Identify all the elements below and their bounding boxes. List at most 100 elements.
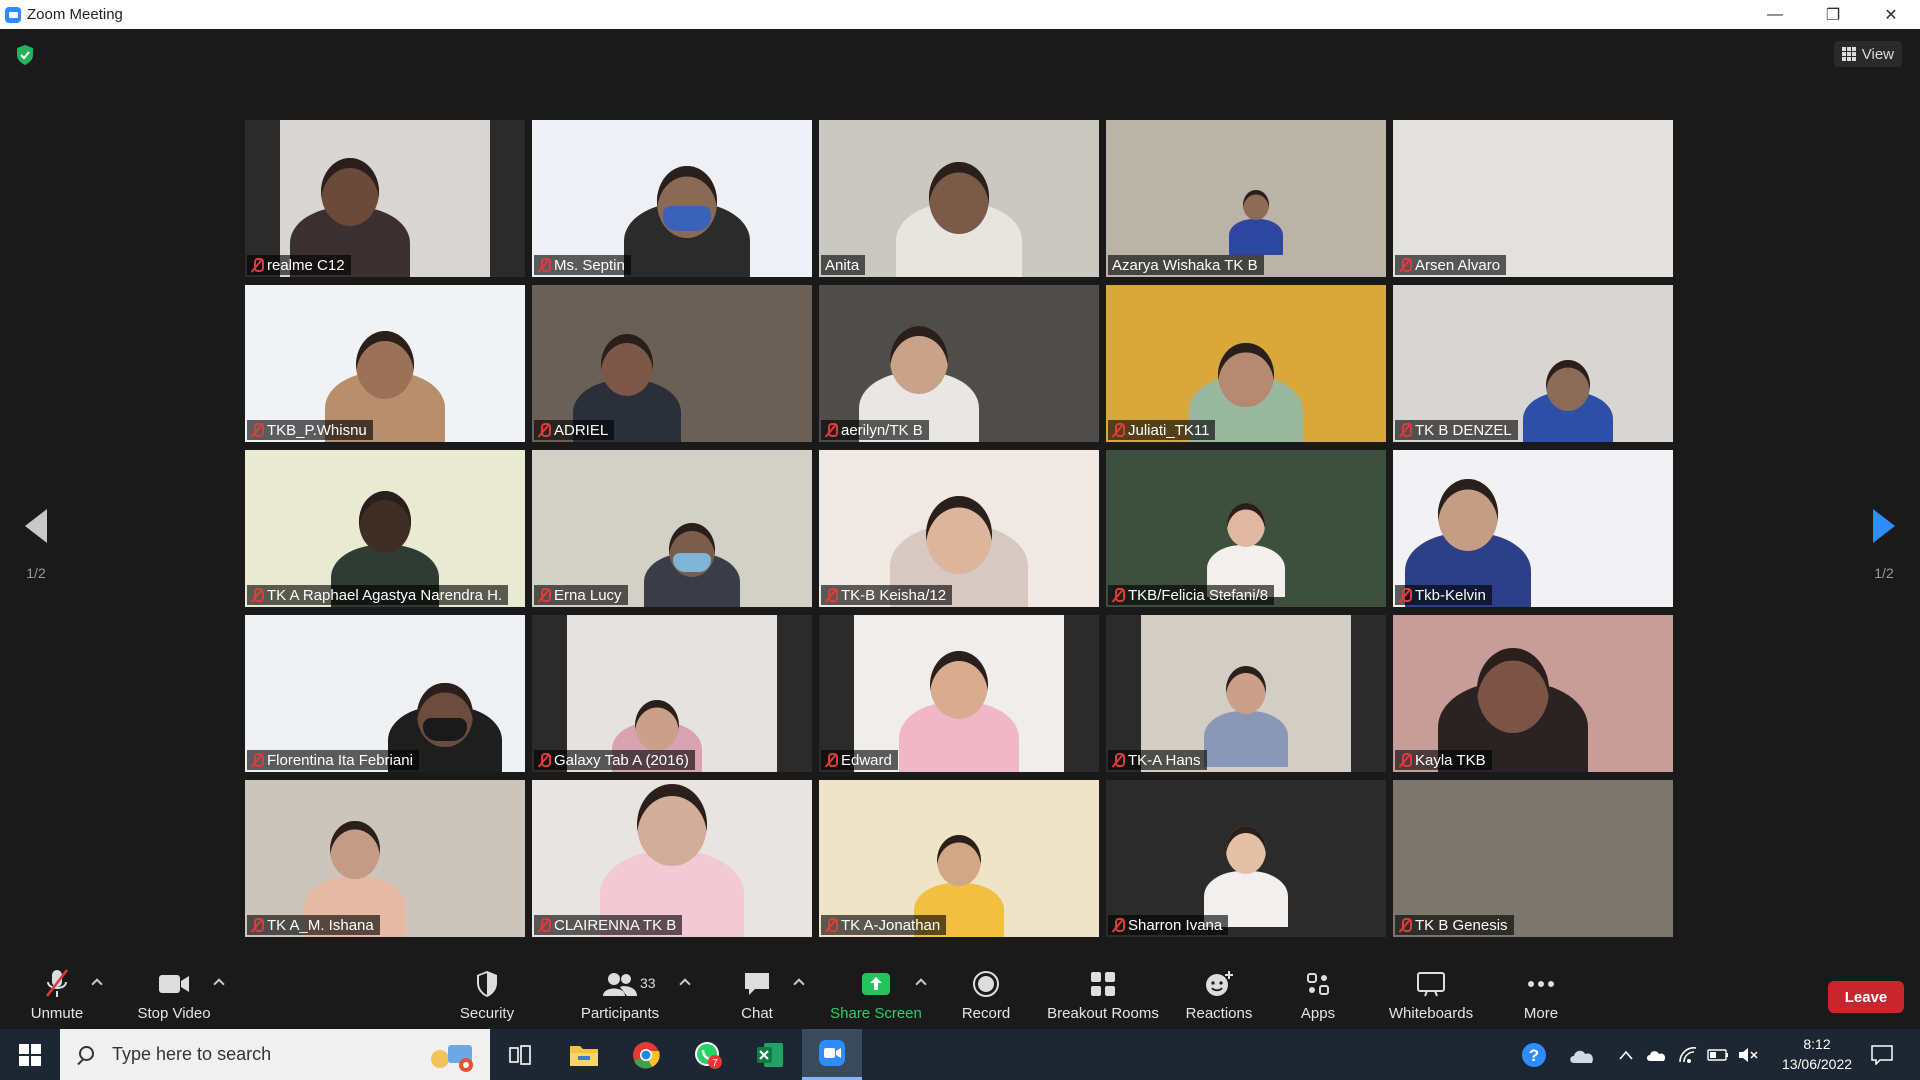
minimize-button[interactable]: — bbox=[1746, 0, 1804, 29]
video-tile[interactable]: TK A Raphael Agastya Narendra H. bbox=[245, 450, 525, 607]
previous-page-button[interactable]: 1/2 bbox=[16, 509, 56, 581]
file-explorer-button[interactable] bbox=[554, 1029, 614, 1080]
participant-head bbox=[1225, 826, 1267, 874]
battery-button[interactable] bbox=[1704, 1029, 1732, 1080]
video-feed bbox=[1106, 450, 1386, 607]
chat-options-caret[interactable] bbox=[794, 977, 804, 987]
video-tile[interactable]: TKB/Felicia Stefani/8 bbox=[1106, 450, 1386, 607]
video-feed bbox=[1106, 285, 1386, 442]
network-button[interactable] bbox=[1674, 1029, 1702, 1080]
chrome-button[interactable] bbox=[616, 1029, 676, 1080]
mic-muted-icon bbox=[538, 753, 551, 767]
onedrive-tray-button[interactable] bbox=[1564, 1029, 1600, 1080]
help-tray-button[interactable]: ? bbox=[1516, 1029, 1552, 1080]
video-tile[interactable]: Kayla TKB bbox=[1393, 615, 1673, 772]
video-tile[interactable]: Azarya Wishaka TK B bbox=[1106, 120, 1386, 277]
face-mask bbox=[662, 205, 712, 231]
close-button[interactable]: ✕ bbox=[1862, 0, 1920, 29]
task-view-button[interactable] bbox=[490, 1029, 550, 1080]
video-tile[interactable]: Erna Lucy bbox=[532, 450, 812, 607]
whiteboards-button[interactable]: Whiteboards bbox=[1384, 947, 1478, 1029]
participant-name: Sharron Ivana bbox=[1128, 916, 1223, 934]
stop-video-button[interactable]: Stop Video bbox=[132, 947, 216, 1029]
video-feed bbox=[245, 450, 525, 607]
search-input[interactable] bbox=[112, 1044, 372, 1065]
windows-taskbar: 7 ? 8:12 13/06/2022 bbox=[0, 1029, 1920, 1080]
leave-button[interactable]: Leave bbox=[1828, 981, 1904, 1013]
unmute-button[interactable]: Unmute bbox=[24, 947, 90, 1029]
onedrive-status-button[interactable] bbox=[1642, 1029, 1670, 1080]
video-feed bbox=[1393, 120, 1673, 277]
volume-button[interactable] bbox=[1734, 1029, 1762, 1080]
mic-muted-icon bbox=[1112, 753, 1125, 767]
participant-name: Arsen Alvaro bbox=[1415, 256, 1501, 274]
video-tile[interactable]: realme C12 bbox=[245, 120, 525, 277]
video-tile[interactable]: CLAIRENNA TK B bbox=[532, 780, 812, 937]
grid-view-icon bbox=[1841, 47, 1856, 61]
video-tile[interactable]: TK-B Keisha/12 bbox=[819, 450, 1099, 607]
video-tile[interactable]: Ms. Septin bbox=[532, 120, 812, 277]
video-tile[interactable]: TKB_P.Whisnu bbox=[245, 285, 525, 442]
breakout-rooms-label: Breakout Rooms bbox=[1047, 1005, 1159, 1022]
video-options-caret[interactable] bbox=[214, 977, 224, 987]
security-label: Security bbox=[459, 1005, 515, 1022]
participant-name-tag: TK B DENZEL bbox=[1395, 420, 1518, 440]
action-center-button[interactable] bbox=[1862, 1029, 1902, 1080]
video-tile[interactable]: Juliati_TK11 bbox=[1106, 285, 1386, 442]
participant-head bbox=[925, 495, 993, 575]
video-tile[interactable]: TK-A Hans bbox=[1106, 615, 1386, 772]
view-button[interactable]: View bbox=[1833, 41, 1902, 67]
next-page-button[interactable]: 1/2 bbox=[1864, 509, 1904, 581]
audio-options-caret[interactable] bbox=[92, 977, 102, 987]
reactions-button[interactable]: Reactions bbox=[1184, 947, 1254, 1029]
zoom-taskbar-button[interactable] bbox=[802, 1029, 862, 1080]
participants-icon bbox=[603, 973, 637, 996]
video-tile[interactable]: TK A-Jonathan bbox=[819, 780, 1099, 937]
battery-icon bbox=[1707, 1048, 1728, 1061]
window-title: Zoom Meeting bbox=[27, 6, 123, 23]
video-tile[interactable]: ADRIEL bbox=[532, 285, 812, 442]
video-tile[interactable]: Galaxy Tab A (2016) bbox=[532, 615, 812, 772]
mic-muted-icon bbox=[251, 423, 264, 437]
video-feed bbox=[854, 615, 1064, 772]
taskbar-search[interactable] bbox=[60, 1029, 490, 1080]
meeting-toolbar: Unmute Stop Video Security Participants … bbox=[0, 947, 1920, 1029]
video-tile[interactable]: TK A_M. Ishana bbox=[245, 780, 525, 937]
video-tile[interactable]: Florentina Ita Febriani bbox=[245, 615, 525, 772]
video-tile[interactable]: TK B DENZEL bbox=[1393, 285, 1673, 442]
participant-head bbox=[358, 491, 412, 553]
more-dots-icon bbox=[1528, 981, 1554, 987]
start-button[interactable] bbox=[0, 1029, 60, 1080]
chat-button[interactable]: Chat bbox=[734, 947, 780, 1029]
participant-name-tag: realme C12 bbox=[247, 255, 351, 275]
whiteboard-icon bbox=[1417, 972, 1445, 997]
video-tile[interactable]: aerilyn/TK B bbox=[819, 285, 1099, 442]
restore-button[interactable]: ❐ bbox=[1804, 0, 1862, 29]
video-tile[interactable]: TK B Genesis bbox=[1393, 780, 1673, 937]
share-screen-button[interactable]: Share Screen bbox=[826, 947, 926, 1029]
video-tile[interactable]: Arsen Alvaro bbox=[1393, 120, 1673, 277]
video-feed bbox=[1393, 285, 1673, 442]
video-tile[interactable]: Edward bbox=[819, 615, 1099, 772]
excel-button[interactable] bbox=[740, 1029, 800, 1080]
wifi-icon bbox=[1679, 1046, 1697, 1063]
more-button[interactable]: More bbox=[1518, 947, 1564, 1029]
apps-button[interactable]: Apps bbox=[1298, 947, 1338, 1029]
show-hidden-icons-button[interactable] bbox=[1614, 1029, 1638, 1080]
share-options-caret[interactable] bbox=[916, 977, 926, 987]
taskbar-clock[interactable]: 8:12 13/06/2022 bbox=[1772, 1034, 1862, 1074]
mic-muted-icon bbox=[1112, 588, 1125, 602]
encryption-shield-icon[interactable] bbox=[16, 45, 34, 65]
video-tile[interactable]: Anita bbox=[819, 120, 1099, 277]
video-tile[interactable]: Tkb-Kelvin bbox=[1393, 450, 1673, 607]
security-button[interactable]: Security bbox=[456, 947, 518, 1029]
participants-options-caret[interactable] bbox=[680, 977, 690, 987]
record-button[interactable]: Record bbox=[956, 947, 1016, 1029]
participant-name: TK A Raphael Agastya Narendra H. bbox=[267, 586, 503, 604]
breakout-rooms-button[interactable]: Breakout Rooms bbox=[1044, 947, 1162, 1029]
whatsapp-button[interactable]: 7 bbox=[678, 1029, 738, 1080]
video-tile[interactable]: Sharron Ivana bbox=[1106, 780, 1386, 937]
participant-name-tag: Galaxy Tab A (2016) bbox=[534, 750, 695, 770]
participant-head bbox=[1476, 647, 1550, 733]
participant-name: Kayla TKB bbox=[1415, 751, 1486, 769]
